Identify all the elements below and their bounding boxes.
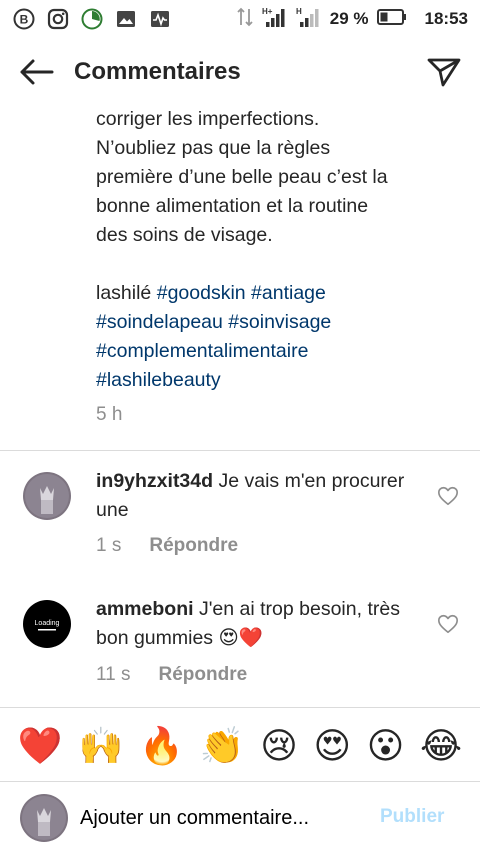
- avatar[interactable]: Loading: [23, 600, 71, 648]
- comment-text: in9yhzxit34d Je vais m'en procurer une: [96, 467, 426, 525]
- caption-line: première d’une belle peau c’est la: [96, 166, 388, 188]
- instagram-icon: [46, 7, 70, 31]
- hashtag-link[interactable]: #complementalimentaire: [96, 340, 308, 362]
- caption-line: corriger les imperfections.: [96, 108, 320, 130]
- comment-meta: 1 s Répondre: [96, 535, 238, 557]
- header: Commentaires: [0, 44, 480, 100]
- caption-line: des soins de visage.: [96, 224, 273, 246]
- emoji-clapping-button[interactable]: 👏: [200, 725, 245, 769]
- b-app-icon: B: [12, 7, 36, 31]
- caption-tags-line: #lashilebeauty: [96, 366, 466, 395]
- heart-outline-icon: [438, 614, 458, 634]
- clock: 18:53: [424, 9, 468, 28]
- comment-timestamp: 1 s: [96, 535, 122, 556]
- signal-icon-1: H+: [262, 6, 288, 33]
- post-button[interactable]: Publier: [380, 806, 444, 828]
- caption-line: N’oubliez pas que la règles: [96, 137, 331, 159]
- avatar[interactable]: [23, 472, 71, 520]
- comment-input[interactable]: [80, 802, 370, 834]
- divider: [0, 450, 480, 451]
- avatar-text: Loading: [35, 620, 60, 627]
- caption-timestamp: 5 h: [96, 404, 123, 425]
- caption-tags-line: #soindelapeau #soinvisage: [96, 308, 466, 337]
- status-bar: B H+ H 29 % 18:53: [0, 0, 480, 38]
- like-comment-button[interactable]: [437, 485, 459, 507]
- emoji-crying-button[interactable]: 😢: [260, 725, 298, 769]
- comment-meta: 11 s Répondre: [96, 664, 247, 686]
- data-usage-icon: [80, 7, 104, 31]
- back-button[interactable]: [16, 52, 56, 92]
- share-button[interactable]: [424, 52, 464, 92]
- data-transfer-icon: [236, 7, 254, 32]
- heart-outline-icon: [438, 486, 458, 506]
- arrow-left-icon: [20, 59, 54, 85]
- divider: [0, 781, 480, 782]
- hashtag-link[interactable]: #antiage: [251, 282, 326, 304]
- caption-tags-line: #complementalimentaire: [96, 337, 466, 366]
- emoji-quick-bar: ❤️ 🙌 🔥 👏 😢 😍 😮 😂: [0, 716, 480, 778]
- reply-button[interactable]: Répondre: [149, 535, 238, 557]
- signal-icon-2: H: [296, 6, 322, 33]
- post-caption: corriger les imperfections. N’oubliez pa…: [96, 105, 466, 395]
- activity-icon: [148, 7, 172, 31]
- emoji-heart-eyes-button[interactable]: 😍: [313, 725, 351, 769]
- battery-icon: [376, 8, 407, 30]
- divider: [0, 707, 480, 708]
- svg-text:H+: H+: [262, 7, 273, 16]
- svg-text:H: H: [296, 7, 302, 16]
- system-status: H+ H 29 % 18:53: [236, 6, 468, 33]
- emoji-laughing-button[interactable]: 😂: [420, 725, 462, 769]
- comment-username[interactable]: ammeboni: [96, 598, 194, 620]
- hashtag-link[interactable]: #soinvisage: [228, 311, 331, 333]
- notification-icons: B: [12, 7, 172, 31]
- comment-timestamp: 11 s: [96, 664, 131, 685]
- battery-percent: 29 %: [329, 9, 369, 28]
- hashtag-link[interactable]: #soindelapeau: [96, 311, 223, 333]
- hashtag-link[interactable]: #lashilebeauty: [96, 369, 221, 391]
- paper-plane-icon: [427, 58, 461, 87]
- comment-composer: Publier: [0, 790, 480, 846]
- gallery-icon: [114, 7, 138, 31]
- page-title: Commentaires: [74, 58, 241, 85]
- current-user-avatar: [20, 794, 68, 842]
- caption-line: bonne alimentation et la routine: [96, 195, 369, 217]
- emoji-raising-hands-button[interactable]: 🙌: [78, 725, 123, 769]
- emoji-red-heart-button[interactable]: ❤️: [18, 725, 63, 769]
- like-comment-button[interactable]: [437, 613, 459, 635]
- comment-text: ammeboni J'en ai trop besoin, très bon g…: [96, 595, 426, 653]
- emoji-fire-button[interactable]: 🔥: [139, 725, 184, 769]
- reply-button[interactable]: Répondre: [159, 664, 248, 686]
- caption-tags-line: lashilé #goodskin #antiage: [96, 279, 466, 308]
- svg-text:B: B: [20, 13, 29, 27]
- caption-author-tag: lashilé: [96, 282, 152, 304]
- emoji-surprised-button[interactable]: 😮: [367, 725, 405, 769]
- hashtag-link[interactable]: #goodskin: [157, 282, 246, 304]
- comment-username[interactable]: in9yhzxit34d: [96, 470, 213, 492]
